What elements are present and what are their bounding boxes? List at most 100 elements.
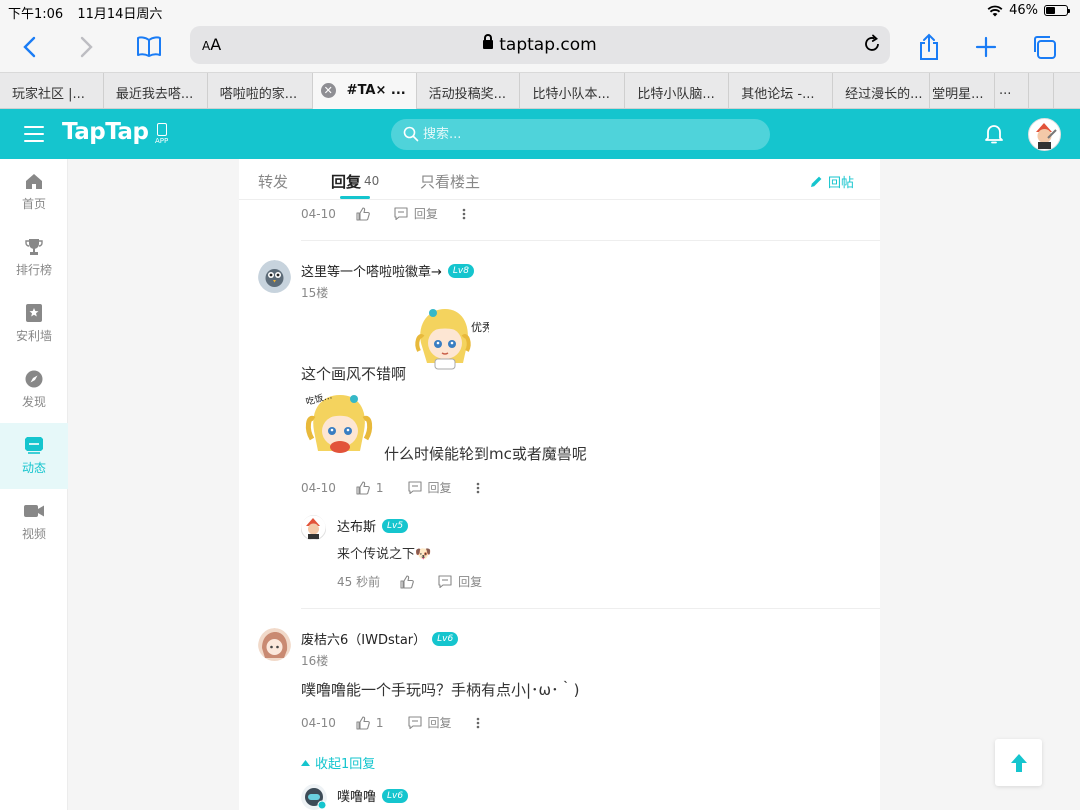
post-text: 噗噜噜能一个手玩吗？手柄有点小|･ω･｀) [301,681,580,699]
comment-icon [438,575,452,588]
tab-repost[interactable]: 转发 [258,171,288,192]
site-header: TapTap APP [0,109,1080,159]
status-time: 下午1:06 [8,7,64,22]
address-bar[interactable]: AA taptap.com [190,26,890,64]
level-badge: Lv6 [432,631,459,646]
floor-number: 15楼 [301,286,329,300]
pencil-icon [810,176,822,187]
divider [301,608,880,609]
nav-item-video[interactable]: 视频 [0,489,68,555]
active-tab-indicator [340,196,370,199]
post-actions: 04-10 1 回复 [301,479,504,496]
like-button[interactable]: 1 [356,481,384,495]
more-options-icon[interactable] [476,482,480,494]
triangle-up-icon [301,759,310,766]
nav-item-recommend-wall[interactable]: 安利墙 [0,291,68,357]
like-button[interactable] [356,206,370,221]
search-input[interactable] [423,119,753,150]
like-button[interactable] [400,574,414,589]
forward-icon[interactable] [70,30,104,64]
browser-tab[interactable]: 堂明星... [930,73,995,109]
reply-post-button[interactable]: 回帖 [810,172,854,191]
post-text: 这个画风不错啊 [301,365,407,383]
compass-icon [24,369,44,389]
star-bookmark-icon [24,303,44,323]
nav-item-discover[interactable]: 发现 [0,357,68,423]
reply-button[interactable]: 回复 [407,714,452,731]
share-icon[interactable] [912,30,946,64]
collapse-replies-button[interactable]: 收起1回复 [301,753,375,772]
post-actions: 04-10 1 回复 [301,714,504,731]
battery-percent: 46% [1009,3,1038,18]
sticker-caption: 优秀 [471,321,489,334]
sub-reply-username[interactable]: 噗噜噜 Lv6 [337,786,409,805]
url-text: taptap.com [190,34,890,55]
browser-tab[interactable]: 经过漫长的... [833,73,931,109]
close-tab-icon[interactable]: ✕ [320,83,336,98]
more-options-icon[interactable] [476,717,480,729]
thumbs-up-icon [356,480,370,495]
taptap-logo[interactable]: TapTap [62,119,149,145]
avatar[interactable] [301,784,327,810]
browser-tab[interactable]: 活动投稿奖... [417,73,521,109]
sub-reply-username[interactable]: 达布斯 Lv5 [337,516,409,535]
level-badge: Lv5 [382,518,409,533]
browser-tab-active[interactable]: ✕ #TA× ... [312,73,417,109]
thread-panel: 转发 回复 40 只看楼主 回帖 04-10 回复 这里等一个嗒啦啦徽章→ Lv8… [239,159,880,810]
avatar[interactable] [301,515,326,544]
divider [301,240,880,241]
sub-reply-text: 来个传说之下🐶 [337,547,432,562]
level-badge: Lv6 [382,788,409,803]
search-box[interactable] [391,119,770,150]
thumbs-up-icon [356,206,370,221]
browser-tab[interactable] [1029,73,1054,109]
username[interactable]: 废桔六6（IWDstar） Lv6 [301,629,459,648]
new-tab-icon[interactable] [969,30,1003,64]
tab-replies[interactable]: 回复 40 [331,171,379,192]
back-icon[interactable] [12,30,46,64]
user-avatar[interactable] [1028,118,1061,155]
reply-button[interactable]: 回复 [407,479,452,496]
bookmarks-icon[interactable] [132,30,166,64]
like-button[interactable]: 1 [356,716,384,730]
notification-bell-icon[interactable] [984,123,1004,149]
browser-tab[interactable]: 比特小队本... [520,73,626,109]
reply-button[interactable]: 回复 [394,205,438,222]
comment-icon [394,207,408,220]
left-sidebar: 首页 排行榜 安利墙 发现 动态 视频 [0,159,68,810]
browser-tab[interactable]: 比特小队脑... [625,73,730,109]
tabs-overview-icon[interactable] [1027,30,1061,64]
wifi-icon [987,5,1003,16]
nav-item-home[interactable]: 首页 [0,159,68,225]
browser-tab[interactable]: ... [995,73,1029,109]
status-date: 11月14日周六 [77,7,163,22]
floor-number: 16楼 [301,654,329,668]
thumbs-up-icon [356,715,370,730]
username[interactable]: 这里等一个嗒啦啦徽章→ Lv8 [301,261,474,280]
browser-toolbar: AA taptap.com [0,22,1080,72]
app-download-icon[interactable]: APP [155,123,168,145]
reload-icon[interactable] [862,34,882,58]
sub-reply-actions: 45 秒前 回复 [337,573,483,590]
search-icon [403,126,419,146]
home-icon [24,171,44,191]
menu-icon[interactable] [24,126,44,142]
avatar[interactable] [258,260,291,297]
reply-button[interactable]: 回复 [438,573,482,590]
thread-tabs: 转发 回复 40 只看楼主 回帖 [239,159,880,200]
video-icon [24,501,44,521]
back-to-top-button[interactable] [995,739,1042,786]
avatar[interactable] [258,628,291,665]
more-options-icon[interactable] [462,208,466,220]
tab-owner-only[interactable]: 只看楼主 [420,171,480,192]
sticker-image: 吃饭... [304,387,376,463]
browser-tab[interactable]: 嗒啦啦的家... [208,73,313,109]
browser-tab[interactable]: 最近我去嗒... [104,73,208,109]
browser-tab[interactable] [1054,73,1080,109]
browser-tab[interactable]: 玩家社区 |... [0,73,104,109]
nav-item-feed[interactable]: 动态 [0,423,68,489]
level-badge: Lv8 [447,263,474,278]
browser-tab[interactable]: 其他论坛 -... [729,73,834,109]
arrow-up-icon [1010,753,1027,772]
nav-item-ranking[interactable]: 排行榜 [0,225,68,291]
